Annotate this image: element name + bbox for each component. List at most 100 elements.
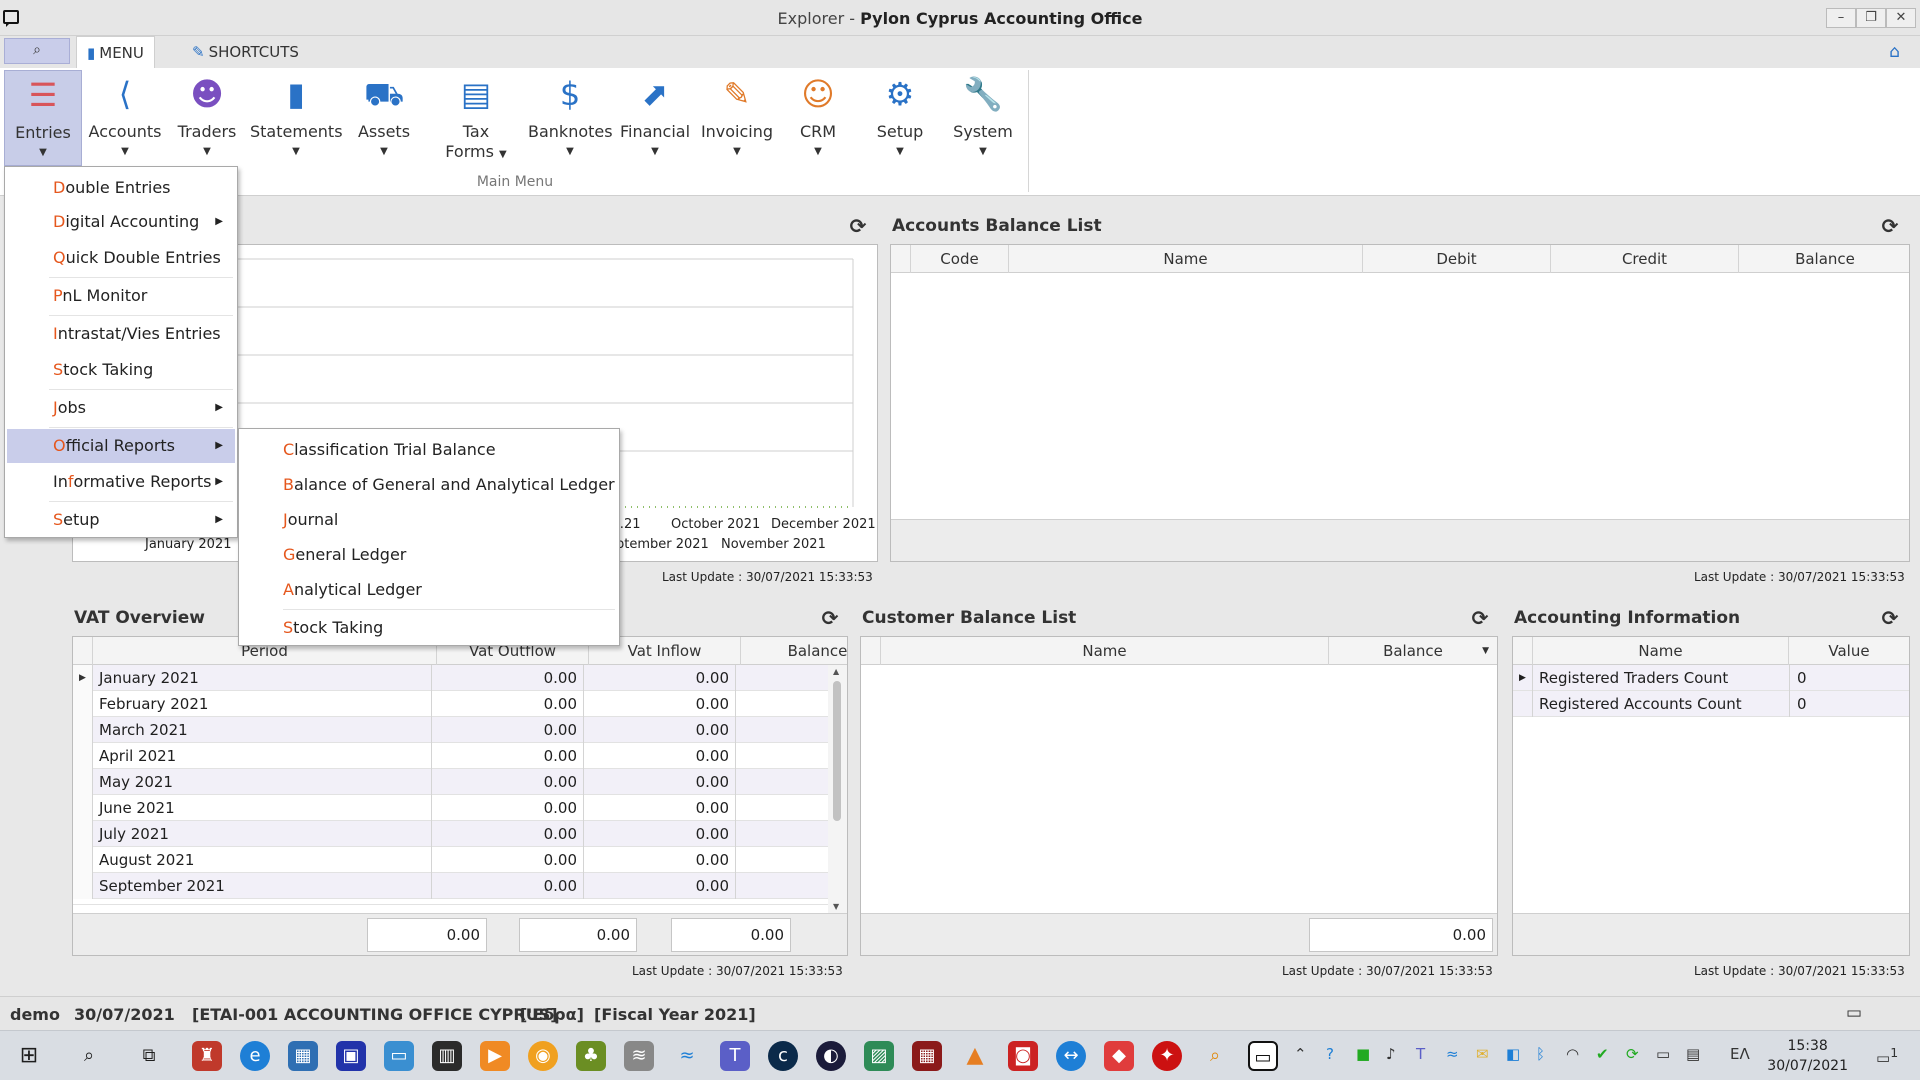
ribbon-traders-button[interactable]: ☻ Traders ▼: [168, 70, 246, 166]
refresh-icon[interactable]: ⟳: [820, 608, 840, 628]
table-row[interactable]: ▶ January 2021 0.00 0.00 0.00: [73, 665, 828, 691]
display-icon[interactable]: ▤: [1686, 1045, 1700, 1063]
nvidia-icon[interactable]: ■: [1356, 1045, 1370, 1063]
submenu-item-journal[interactable]: Journal: [241, 503, 617, 537]
table-row[interactable]: August 2021 0.00 0.00 0.00: [73, 847, 828, 873]
table-row[interactable]: [73, 899, 828, 905]
app-icon[interactable]: c: [768, 1041, 798, 1071]
magnifier-icon[interactable]: ⌕: [1200, 1041, 1230, 1071]
menu-item-double-entries[interactable]: Double Entries: [7, 171, 235, 205]
menu-item-informative-reports[interactable]: Informative Reports ▶: [7, 465, 235, 499]
teams-tray-icon[interactable]: T: [1416, 1045, 1425, 1063]
ribbon-setup-button[interactable]: ⚙ Setup ▼: [862, 70, 938, 166]
menu-item-pnl-monitor[interactable]: PnL Monitor: [7, 279, 235, 313]
column-header[interactable]: Name: [1009, 245, 1363, 273]
network-icon[interactable]: ≋: [624, 1041, 654, 1071]
column-header[interactable]: Value: [1789, 637, 1909, 665]
wifi-icon[interactable]: ≈: [1446, 1045, 1459, 1063]
task-view-icon[interactable]: ⧉: [134, 1041, 164, 1071]
column-header[interactable]: Balance: [1739, 245, 1911, 273]
app-icon[interactable]: ◐: [816, 1041, 846, 1071]
table-row[interactable]: February 2021 0.00 0.00 0.00: [73, 691, 828, 717]
submenu-item-analytical-ledger[interactable]: Analytical Ledger: [241, 573, 617, 607]
restore-button[interactable]: ❐: [1856, 8, 1886, 28]
calculator-icon[interactable]: ▦: [288, 1041, 318, 1071]
submenu-item-general-ledger[interactable]: General Ledger: [241, 538, 617, 572]
app-icon[interactable]: ◉: [528, 1041, 558, 1071]
table-row[interactable]: May 2021 0.00 0.00 0.00: [73, 769, 828, 795]
ribbon-banknotes-button[interactable]: $ Banknotes ▼: [528, 70, 613, 166]
ribbon-statements-button[interactable]: ▮ Statements ▼: [250, 70, 343, 166]
ribbon-entries-button[interactable]: ☰ Entries ▼: [4, 70, 82, 166]
ribbon-invoicing-button[interactable]: ✎ Invoicing ▼: [698, 70, 776, 166]
chevron-up-icon[interactable]: ⌃: [1294, 1045, 1307, 1063]
volume-icon[interactable]: ♪: [1386, 1045, 1396, 1063]
teams-icon[interactable]: T: [720, 1041, 750, 1071]
library-icon[interactable]: ▥: [432, 1041, 462, 1071]
close-button[interactable]: ✕: [1886, 8, 1916, 28]
scrollbar-thumb[interactable]: [833, 681, 841, 821]
mail-icon[interactable]: ✉: [1476, 1045, 1489, 1063]
network-icon[interactable]: ◠: [1566, 1045, 1579, 1063]
anydesk-icon[interactable]: ◆: [1104, 1041, 1134, 1071]
table-row[interactable]: June 2021 0.00 0.00 0.00: [73, 795, 828, 821]
table-row[interactable]: ▶ Registered Traders Count 0: [1513, 665, 1909, 691]
folder-icon[interactable]: ▭: [384, 1041, 414, 1071]
tab-shortcuts[interactable]: ✎ SHORTCUTS: [182, 36, 309, 68]
save-icon[interactable]: ▣: [336, 1041, 366, 1071]
app-icon[interactable]: ✦: [1152, 1041, 1182, 1071]
tree-icon[interactable]: ♣: [576, 1041, 606, 1071]
ribbon-accounts-button[interactable]: ⟨ Accounts ▼: [86, 70, 164, 166]
menu-item-intrastat-vies-entries[interactable]: Intrastat/Vies Entries: [7, 317, 235, 351]
column-header[interactable]: Debit: [1363, 245, 1551, 273]
tab-menu[interactable]: ▮ MENU: [76, 36, 155, 68]
windows-start-icon[interactable]: ⊞: [14, 1041, 44, 1071]
ribbon-crm-button[interactable]: ☺ CRM ▼: [780, 70, 856, 166]
help-icon[interactable]: ?: [1326, 1045, 1334, 1063]
table-row[interactable]: July 2021 0.00 0.00 0.00: [73, 821, 828, 847]
teamviewer-icon[interactable]: ↔: [1056, 1041, 1086, 1071]
search-icon[interactable]: ⌕: [74, 1041, 104, 1071]
refresh-icon[interactable]: ⟳: [848, 216, 868, 236]
sort-desc-icon[interactable]: ▼: [1482, 637, 1489, 665]
submenu-item-stock-taking[interactable]: Stock Taking: [241, 611, 617, 645]
notifications-icon[interactable]: ▭1: [1876, 1045, 1898, 1067]
minimize-button[interactable]: –: [1826, 8, 1856, 28]
menu-item-digital-accounting[interactable]: Digital Accounting ▶: [7, 205, 235, 239]
scrollbar[interactable]: ▲ ▼: [828, 665, 847, 913]
chart-app-icon[interactable]: ▨: [864, 1041, 894, 1071]
refresh-icon[interactable]: ⟳: [1880, 608, 1900, 628]
sync-icon[interactable]: ⟳: [1626, 1045, 1639, 1063]
pylon-icon[interactable]: ▭: [1248, 1041, 1278, 1071]
column-header[interactable]: Name: [1533, 637, 1789, 665]
ribbon-system-button[interactable]: 🔧 System ▼: [944, 70, 1022, 166]
column-header[interactable]: Balance ▼: [1329, 637, 1497, 665]
recorder-icon[interactable]: ◙: [1008, 1041, 1038, 1071]
menu-item-jobs[interactable]: Jobs ▶: [7, 391, 235, 425]
scroll-down-icon[interactable]: ▼: [833, 902, 839, 911]
table-row[interactable]: April 2021 0.00 0.00 0.00: [73, 743, 828, 769]
vlc-icon[interactable]: ▲: [960, 1041, 990, 1071]
wifi-icon[interactable]: ≈: [672, 1041, 702, 1071]
menu-item-official-reports[interactable]: Official Reports ▶: [7, 429, 235, 463]
outlook-icon[interactable]: ◧: [1506, 1045, 1520, 1063]
ribbon-tax-forms-button[interactable]: ▤ Tax Forms ▼: [434, 70, 518, 166]
table-row[interactable]: March 2021 0.00 0.00 0.00: [73, 717, 828, 743]
table-row[interactable]: September 2021 0.00 0.00 0.00: [73, 873, 828, 899]
chat-icon[interactable]: ▭: [1846, 1003, 1862, 1023]
table-row[interactable]: Registered Accounts Count 0: [1513, 691, 1909, 717]
menu-item-setup[interactable]: Setup ▶: [7, 503, 235, 537]
language-indicator[interactable]: ΕΛ: [1730, 1045, 1750, 1063]
browser-icon[interactable]: e: [240, 1041, 270, 1071]
submenu-item-classification-trial-balance[interactable]: Classification Trial Balance: [241, 433, 617, 467]
clock[interactable]: 15:38 30/07/2021: [1767, 1036, 1848, 1076]
home-icon[interactable]: ⌂: [1889, 42, 1900, 62]
refresh-icon[interactable]: ⟳: [1880, 216, 1900, 236]
bluetooth-icon[interactable]: ᛒ: [1536, 1045, 1545, 1063]
refresh-icon[interactable]: ⟳: [1470, 608, 1490, 628]
ribbon-financial-button[interactable]: ⬈ Financial ▼: [616, 70, 694, 166]
security-icon[interactable]: ✔: [1596, 1045, 1609, 1063]
battery-icon[interactable]: ▭: [1656, 1045, 1670, 1063]
column-header[interactable]: Code: [911, 245, 1009, 273]
column-header[interactable]: Credit: [1551, 245, 1739, 273]
